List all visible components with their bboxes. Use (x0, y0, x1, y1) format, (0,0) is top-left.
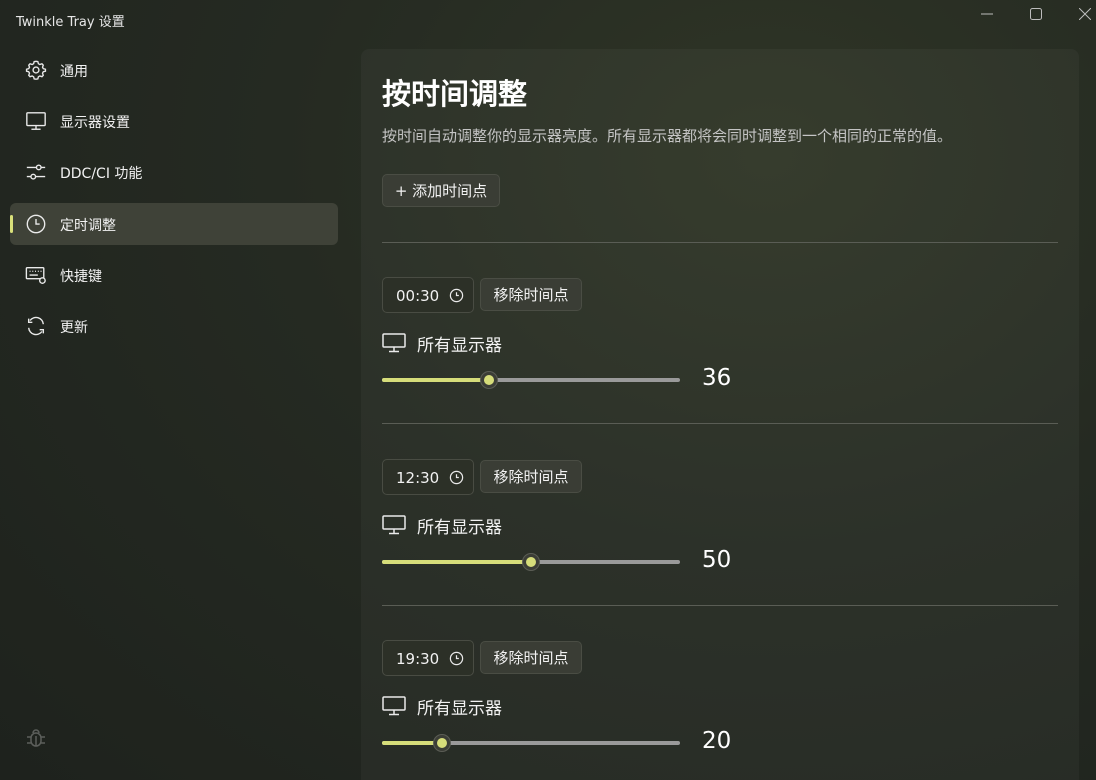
bug-icon[interactable] (24, 726, 48, 750)
monitor-row: 所有显示器 (382, 695, 502, 719)
monitor-icon (24, 109, 48, 133)
monitor-label: 所有显示器 (417, 335, 502, 356)
sidebar-item-label: 快捷键 (60, 269, 102, 285)
divider (382, 242, 1058, 243)
monitor-icon (382, 333, 406, 353)
monitor-icon (382, 515, 406, 535)
monitor-row: 所有显示器 (382, 514, 502, 538)
brightness-value: 50 (702, 547, 732, 573)
sidebar: 通用 显示器设置 DDC/CI 功能 定时调整 快捷键 更新 (0, 44, 350, 780)
window-title: Twinkle Tray 设置 (16, 15, 125, 30)
remove-time-point-button[interactable]: 移除时间点 (480, 278, 582, 311)
main-panel: 按时间调整 按时间自动调整你的显示器亮度。所有显示器都将会同时调整到一个相同的正… (361, 49, 1079, 780)
time-input[interactable]: 19:30 (382, 640, 474, 676)
time-value: 19:30 (396, 650, 440, 668)
add-time-point-button[interactable]: + 添加时间点 (382, 174, 500, 207)
sidebar-item-time-adjust[interactable]: 定时调整 (10, 203, 338, 245)
sliders-icon (24, 160, 48, 184)
clock-icon (24, 212, 48, 236)
sidebar-item-general[interactable]: 通用 (10, 49, 338, 91)
monitor-icon (382, 696, 406, 716)
page-description: 按时间自动调整你的显示器亮度。所有显示器都将会同时调整到一个相同的正常的值。 (382, 127, 953, 145)
brightness-slider[interactable] (382, 370, 680, 390)
page-title: 按时间调整 (382, 77, 528, 111)
sidebar-item-label: DDC/CI 功能 (60, 166, 143, 182)
sidebar-item-updates[interactable]: 更新 (10, 305, 338, 347)
clock-icon (449, 470, 464, 485)
slider-thumb[interactable] (522, 553, 540, 571)
brightness-slider[interactable] (382, 552, 680, 572)
sidebar-item-label: 通用 (60, 64, 88, 80)
close-icon (1079, 8, 1091, 20)
divider (382, 423, 1058, 424)
monitor-row: 所有显示器 (382, 332, 502, 356)
divider (382, 605, 1058, 606)
brightness-value: 20 (702, 728, 732, 754)
gear-icon (24, 58, 48, 82)
time-entry: 12:30 移除时间点 所有显示器 50 (382, 459, 1058, 599)
refresh-icon (24, 314, 48, 338)
slider-thumb[interactable] (480, 371, 499, 389)
monitor-label: 所有显示器 (417, 517, 502, 538)
time-input[interactable]: 12:30 (382, 459, 474, 495)
time-entry: 00:30 移除时间点 所有显示器 36 (382, 277, 1058, 417)
clock-icon (449, 651, 464, 666)
close-button[interactable] (1062, 0, 1096, 28)
maximize-icon (1030, 8, 1042, 20)
monitor-label: 所有显示器 (417, 698, 502, 719)
maximize-button[interactable] (1013, 0, 1059, 28)
sidebar-item-ddcci[interactable]: DDC/CI 功能 (10, 151, 338, 193)
remove-time-point-button[interactable]: 移除时间点 (480, 460, 582, 493)
time-value: 12:30 (396, 469, 440, 487)
brightness-value: 36 (702, 365, 732, 391)
remove-time-point-button[interactable]: 移除时间点 (480, 641, 582, 674)
brightness-slider[interactable] (382, 733, 680, 753)
slider-thumb[interactable] (432, 734, 451, 752)
time-input[interactable]: 00:30 (382, 277, 474, 313)
sidebar-item-label: 更新 (60, 320, 88, 336)
time-value: 00:30 (396, 287, 440, 305)
slider-fill (382, 560, 531, 564)
minimize-icon (981, 13, 993, 15)
sidebar-item-monitor-settings[interactable]: 显示器设置 (10, 100, 338, 142)
sidebar-item-hotkeys[interactable]: 快捷键 (10, 254, 338, 296)
title-bar: Twinkle Tray 设置 (0, 0, 1096, 40)
time-entry: 19:30 移除时间点 所有显示器 20 (382, 640, 1058, 780)
slider-fill (382, 378, 490, 382)
sidebar-item-label: 定时调整 (60, 218, 116, 234)
sidebar-item-label: 显示器设置 (60, 115, 130, 131)
minimize-button[interactable] (964, 0, 1010, 28)
keyboard-icon (24, 263, 48, 287)
clock-icon (449, 288, 464, 303)
